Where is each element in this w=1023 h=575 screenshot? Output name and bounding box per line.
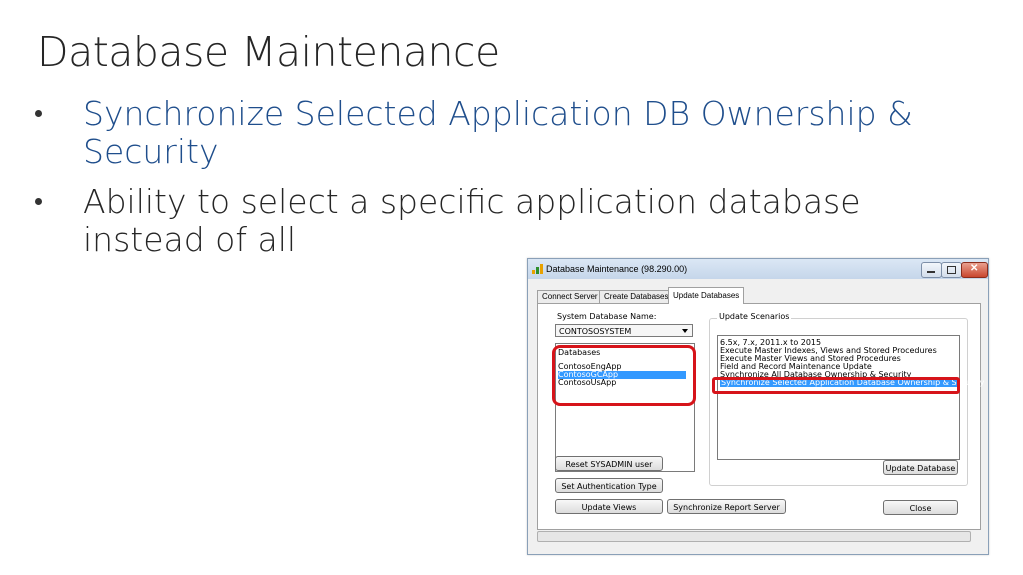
update-database-button[interactable]: Update Database: [883, 460, 958, 475]
reset-sysadmin-button[interactable]: Reset SYSADMIN user: [555, 456, 663, 471]
close-button[interactable]: Close: [883, 500, 958, 515]
system-db-value: CONTOSOSYSTEM: [559, 327, 632, 336]
chevron-down-icon: [682, 329, 688, 333]
bullet-text: Ability to select a specific application…: [83, 182, 861, 259]
title-bar: Database Maintenance (98.290.00): [528, 259, 988, 279]
highlight-annotation: [712, 377, 960, 394]
scenarios-listbox[interactable]: 6.5x, 7.x, 2011.x to 2015 Execute Master…: [717, 335, 984, 460]
bullet-item: Ability to select a specific application…: [35, 183, 943, 259]
update-views-button[interactable]: Update Views: [555, 499, 663, 514]
highlight-annotation: [552, 345, 696, 406]
maximize-button[interactable]: [941, 262, 962, 278]
bullet-text: Synchronize Selected Application DB Owne…: [83, 94, 913, 171]
update-scenarios-label: Update Scenarios: [717, 312, 792, 321]
app-chart-icon: [532, 264, 543, 274]
status-bar: [537, 531, 971, 542]
bullet-list: Synchronize Selected Application DB Owne…: [35, 95, 995, 271]
tab-connect-server[interactable]: Connect Server: [537, 290, 604, 304]
system-db-select[interactable]: CONTOSOSYSTEM: [555, 324, 693, 337]
close-window-button[interactable]: [961, 262, 988, 278]
synchronize-report-server-button[interactable]: Synchronize Report Server: [667, 499, 786, 514]
bullet-dot-icon: [35, 110, 42, 117]
tab-update-databases[interactable]: Update Databases: [668, 287, 744, 304]
system-db-label: System Database Name:: [557, 312, 657, 321]
bullet-item: Synchronize Selected Application DB Owne…: [35, 95, 995, 171]
window-title: Database Maintenance (98.290.00): [546, 264, 688, 274]
slide-title: Database Maintenance: [37, 28, 500, 76]
bullet-dot-icon: [35, 198, 42, 205]
tab-create-databases[interactable]: Create Databases: [599, 290, 675, 304]
set-authentication-button[interactable]: Set Authentication Type: [555, 478, 663, 493]
minimize-button[interactable]: [921, 262, 942, 278]
